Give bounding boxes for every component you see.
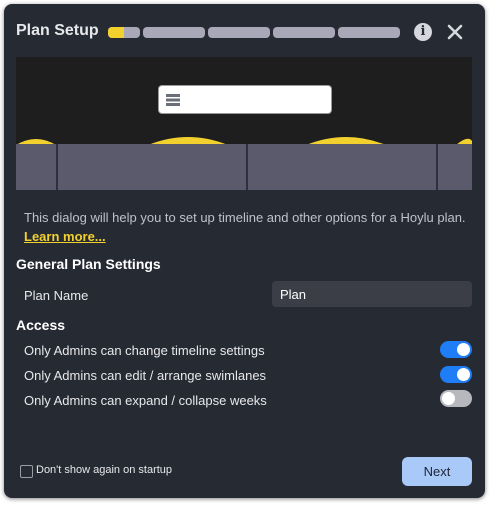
collapse-weeks-toggle[interactable] <box>440 390 472 407</box>
plan-name-label: Plan Name <box>24 288 89 303</box>
week-markers <box>16 137 472 145</box>
progress-step-1-fill <box>108 27 124 38</box>
list-icon <box>166 93 180 111</box>
access-option-label: Only Admins can change timeline settings <box>24 343 265 358</box>
dont-show-checkbox[interactable] <box>20 465 33 478</box>
timeline-settings-toggle[interactable] <box>440 341 472 358</box>
progress-step-5 <box>338 27 400 38</box>
next-button[interactable]: Next <box>402 457 472 486</box>
close-icon[interactable] <box>445 22 465 42</box>
general-settings-heading: General Plan Settings <box>16 256 161 272</box>
learn-more-link[interactable]: Learn more... <box>24 229 106 244</box>
plan-setup-dialog: Plan Setup i This dialog will help you t… <box>4 4 485 498</box>
access-option-label: Only Admins can expand / collapse weeks <box>24 393 267 408</box>
toggle-knob <box>457 368 470 381</box>
access-option-label: Only Admins can edit / arrange swimlanes <box>24 368 267 383</box>
progress-step-4 <box>273 27 335 38</box>
progress-step-3 <box>208 27 270 38</box>
info-icon[interactable]: i <box>414 23 432 41</box>
dialog-title: Plan Setup <box>16 22 99 39</box>
swimlanes-toggle[interactable] <box>440 366 472 383</box>
dialog-header: Plan Setup i <box>4 4 485 56</box>
access-heading: Access <box>16 317 66 333</box>
progress-step-1 <box>108 27 140 38</box>
progress-step-2 <box>143 27 205 38</box>
toggle-knob <box>457 343 470 356</box>
dialog-description: This dialog will help you to set up time… <box>24 208 469 246</box>
preview-column <box>16 144 56 190</box>
toggle-knob <box>442 392 455 405</box>
description-text: This dialog will help you to set up time… <box>24 210 466 225</box>
preview-column <box>436 144 472 190</box>
swimlane-columns <box>16 144 472 190</box>
preview-column <box>56 144 246 190</box>
preview-search-box <box>158 85 332 114</box>
dont-show-label: Don't show again on startup <box>36 464 173 476</box>
plan-name-input[interactable] <box>272 281 472 307</box>
plan-preview-image <box>16 57 472 190</box>
preview-column <box>246 144 436 190</box>
